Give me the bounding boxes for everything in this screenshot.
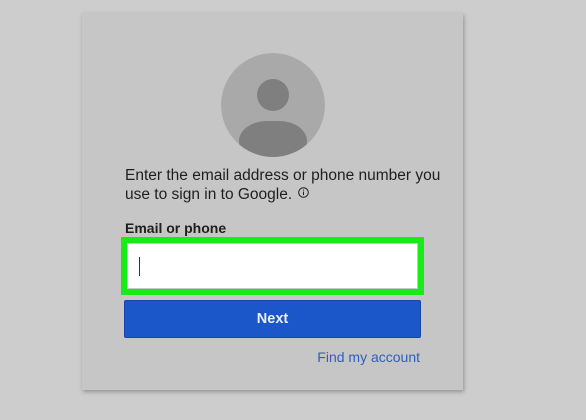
next-button[interactable]: Next — [124, 300, 421, 338]
signin-prompt: Enter the email address or phone number … — [125, 167, 445, 204]
email-field-highlight — [121, 237, 424, 295]
email-field[interactable] — [127, 243, 418, 289]
info-icon[interactable] — [298, 185, 309, 198]
find-my-account-link[interactable]: Find my account — [317, 349, 420, 365]
email-field-label: Email or phone — [125, 220, 227, 236]
page: Enter the email address or phone number … — [0, 0, 586, 420]
signin-prompt-text: Enter the email address or phone number … — [125, 167, 441, 203]
user-avatar-icon — [221, 53, 325, 157]
text-caret — [139, 257, 140, 276]
signin-card: Enter the email address or phone number … — [82, 13, 463, 390]
